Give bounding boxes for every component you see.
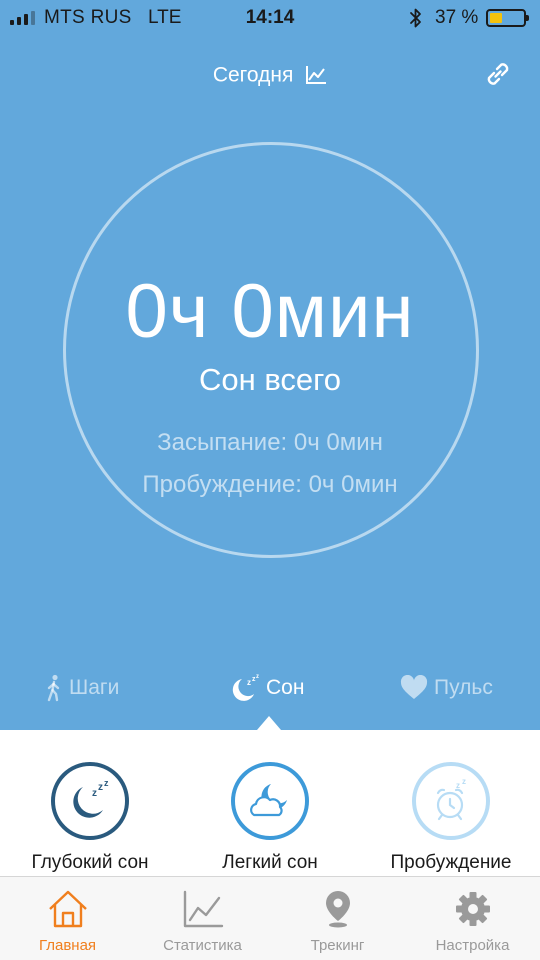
date-selector[interactable]: Сегодня	[0, 63, 540, 87]
light-sleep-ring	[231, 762, 309, 840]
svg-text:z: z	[247, 678, 251, 687]
wake-up-duration: Пробуждение: 0ч 0мин	[142, 471, 398, 498]
battery-icon	[486, 9, 529, 27]
bluetooth-icon	[410, 8, 421, 28]
tabbar-tracking[interactable]: Трекинг	[270, 889, 405, 954]
sleep-panel: MTS RUS LTE 14:14 37 % Сегодня 0ч 0мин С…	[0, 0, 540, 730]
home-icon	[48, 890, 87, 928]
total-sleep-label: Сон всего	[198, 362, 342, 397]
svg-text:z: z	[462, 778, 466, 786]
fall-asleep-duration: Засыпание: 0ч 0мин	[157, 429, 383, 456]
stats-chart-icon	[183, 890, 223, 928]
active-tab-indicator	[257, 716, 281, 730]
battery-percent: 37 %	[435, 7, 479, 28]
svg-text:z: z	[456, 781, 460, 790]
tabbar-stats[interactable]: Статистика	[135, 889, 270, 954]
tabbar-home[interactable]: Главная	[0, 889, 135, 954]
sleep-type-wake[interactable]: z z Пробуждение	[366, 762, 536, 874]
page-title: Сегодня	[212, 63, 294, 87]
bottom-tab-bar: Главная Статистика Трекинг Настройка	[0, 876, 540, 960]
tab-pulse-label: Пульс	[434, 676, 493, 699]
deep-sleep-label: Глубокий сон	[31, 852, 149, 873]
svg-text:z: z	[92, 788, 97, 799]
tab-steps[interactable]: Шаги	[45, 670, 119, 706]
tabbar-tracking-label: Трекинг	[310, 937, 365, 954]
tabbar-home-label: Главная	[38, 937, 97, 954]
tab-pulse[interactable]: Пульс	[400, 670, 493, 706]
location-pin-icon	[325, 891, 350, 928]
svg-text:z: z	[104, 778, 109, 788]
moon-sleep-icon: z z z	[232, 674, 259, 701]
walking-person-icon	[47, 674, 60, 702]
tabbar-stats-label: Статистика	[163, 937, 242, 954]
tab-sleep[interactable]: z z z Сон	[230, 670, 304, 706]
gear-icon	[455, 892, 490, 926]
alarm-clock-icon: z z	[436, 778, 466, 821]
wake-label: Пробуждение	[390, 852, 512, 873]
wake-ring: z z	[412, 762, 490, 840]
tabbar-settings[interactable]: Настройка	[405, 889, 540, 954]
light-sleep-label: Легкий сон	[222, 852, 318, 873]
status-bar: MTS RUS LTE 14:14 37 %	[0, 0, 540, 38]
tab-sleep-label: Сон	[266, 676, 305, 699]
chart-line-icon	[306, 66, 327, 85]
link-icon[interactable]	[480, 56, 516, 92]
tabbar-settings-label: Настройка	[435, 937, 510, 954]
tab-steps-label: Шаги	[69, 676, 120, 699]
deep-sleep-moon-icon: z z z	[73, 778, 109, 818]
deep-sleep-ring: z z z	[51, 762, 129, 840]
sleep-type-deep[interactable]: z z z Глубокий сон	[5, 762, 175, 874]
light-sleep-cloud-moon-icon	[250, 784, 287, 817]
total-sleep-value: 0ч 0мин	[125, 269, 415, 354]
heart-icon	[400, 675, 428, 699]
svg-text:z: z	[256, 674, 259, 680]
svg-text:z: z	[98, 782, 103, 793]
sleep-type-light[interactable]: Легкий сон	[185, 762, 355, 874]
